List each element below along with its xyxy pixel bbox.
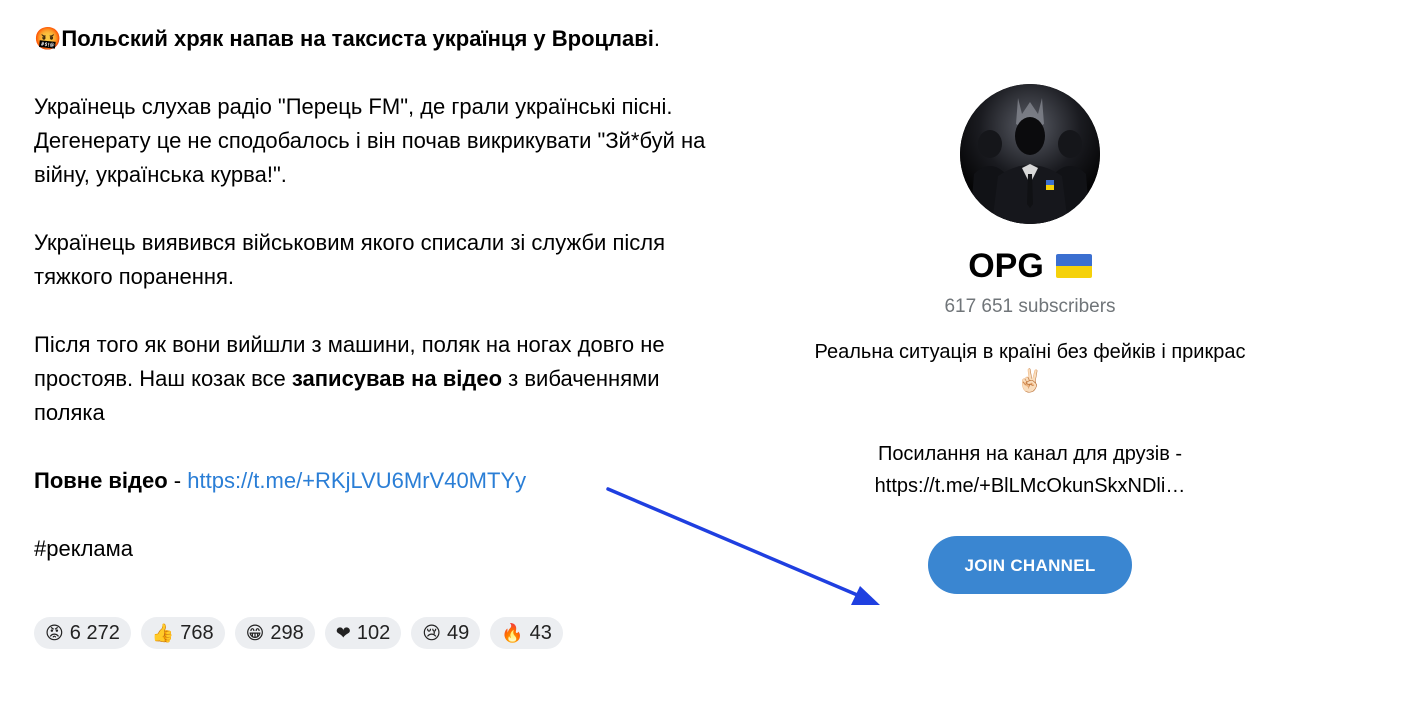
friends-link-label: Посилання на канал для друзів - bbox=[877, 443, 1183, 465]
channel-description: Реальна ситуація в країні без фейків і п… bbox=[814, 341, 1246, 363]
channel-title: OPG bbox=[760, 246, 1300, 286]
video-line: Повне відео - https://t.me/+RKjLVU6MrV40… bbox=[34, 464, 734, 498]
reaction-count: 6 272 bbox=[69, 621, 120, 644]
reaction-count: 49 bbox=[447, 621, 470, 644]
reaction-fire[interactable]: 🔥 43 bbox=[490, 617, 563, 649]
reaction-crying[interactable]: 😢 49 bbox=[411, 617, 481, 649]
fire-icon: 🔥 bbox=[501, 623, 524, 643]
post-message: 🤬Польский хряк напав на таксиста українц… bbox=[34, 22, 734, 600]
join-channel-button[interactable]: JOIN CHANNEL bbox=[928, 536, 1132, 594]
post-title: 🤬Польский хряк напав на таксиста українц… bbox=[34, 22, 734, 56]
avatar-image bbox=[960, 84, 1100, 224]
flag-bottom-stripe bbox=[1055, 266, 1092, 278]
ukraine-flag-icon bbox=[1055, 254, 1092, 278]
video-label: Повне відео bbox=[34, 468, 168, 493]
reaction-angry[interactable]: 😡 6 272 bbox=[34, 617, 131, 649]
reaction-count: 43 bbox=[529, 621, 552, 644]
hashtag: #реклама bbox=[34, 536, 134, 561]
thumbs-up-icon: 👍 bbox=[151, 623, 175, 643]
reaction-count: 102 bbox=[356, 621, 391, 644]
reaction-count: 298 bbox=[270, 621, 304, 644]
post-paragraph-3: Після того як вони вийшли з машини, поля… bbox=[34, 328, 734, 430]
post-title-tail: . bbox=[653, 26, 661, 51]
reaction-heart[interactable]: ❤ 102 bbox=[324, 617, 402, 649]
crying-face-icon: 😢 bbox=[422, 623, 441, 643]
post-title-text: Польский хряк напав на таксиста українця… bbox=[61, 26, 654, 51]
reaction-grin[interactable]: 😁 298 bbox=[234, 617, 315, 649]
subscriber-count: 617 651 subscribers bbox=[944, 296, 1116, 317]
post-paragraph-2: Українець виявився військовим якого спис… bbox=[34, 230, 666, 289]
channel-name: OPG bbox=[968, 247, 1044, 285]
channel-card: OPG 617 651 subscribers Реальна ситуація… bbox=[760, 84, 1300, 594]
video-separator: - bbox=[167, 468, 188, 493]
post-paragraph-1: Українець слухав радіо "Перець FM", де г… bbox=[34, 94, 706, 187]
victory-hand-icon: ✌🏻 bbox=[1016, 368, 1044, 393]
flag-top-stripe bbox=[1055, 254, 1092, 266]
reactions-bar: 😡 6 272 👍 768 😁 298 ❤ 102 😢 49 🔥 43 bbox=[34, 617, 563, 649]
angry-face-icon: 😡 bbox=[45, 623, 64, 643]
post-paragraph-3-bold: записував на відео bbox=[291, 366, 503, 391]
angry-face-icon: 🤬 bbox=[34, 26, 62, 51]
channel-avatar bbox=[960, 84, 1100, 224]
grinning-face-icon: 😁 bbox=[245, 623, 265, 643]
friends-link-value: https://t.me/+BlLMcOkunSkxNDli… bbox=[874, 475, 1186, 497]
reaction-thumbs-up[interactable]: 👍 768 bbox=[140, 617, 225, 649]
reaction-count: 768 bbox=[180, 621, 214, 644]
video-link[interactable]: https://t.me/+RKjLVU6MrV40MTYy bbox=[187, 468, 526, 493]
heart-icon: ❤ bbox=[335, 623, 351, 643]
